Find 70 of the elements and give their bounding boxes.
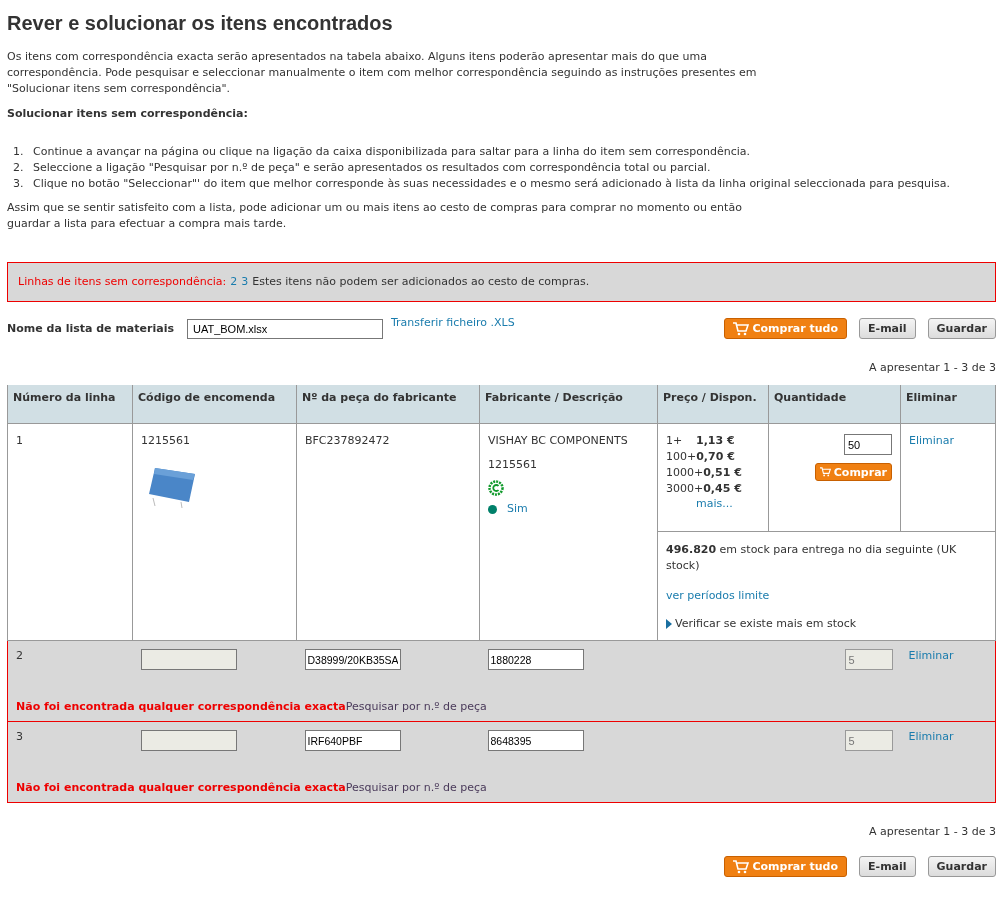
stock-text: 496.820 em stock para entrega no dia seguinte (UK stock) [666, 542, 958, 574]
alert-text: Estes itens não podem ser adicionados ao cesto de compras. [252, 274, 590, 290]
action-button[interactable]: Guardar [927, 856, 996, 877]
order-code: 1215561 [141, 434, 191, 448]
quantity-field[interactable]: 50 [844, 434, 892, 455]
pagination-text: A apresentar 1 - 3 de 3 [867, 361, 996, 374]
delete-link[interactable]: Eliminar [908, 730, 954, 743]
stock-dot-icon [488, 504, 497, 514]
price-quantity: 1+ [666, 433, 684, 449]
cart-icon [819, 467, 831, 477]
buy-button[interactable]: Comprar [814, 463, 892, 481]
error-message: Não foi encontrada qualquer correspondência exacta [16, 781, 346, 794]
table-cell: 1 [7, 423, 133, 641]
table-cell: 3 [7, 721, 133, 774]
error-message: Não foi encontrada qualquer correspondência exacta [16, 700, 346, 713]
description-text: 1215561 [488, 458, 538, 472]
cart-icon [733, 321, 750, 336]
price-value: 0,70 € [696, 450, 735, 463]
table-cell: 2 [7, 640, 133, 693]
more-link[interactable]: mais... [696, 497, 763, 510]
price-value: 1,13 € [696, 434, 735, 447]
cart-icon [733, 859, 750, 874]
search-link[interactable]: Pesquisar por n.º de peça [345, 781, 487, 794]
delete-link[interactable]: Eliminar [908, 649, 954, 662]
buy-all-button[interactable]: Comprar tudo [724, 318, 848, 339]
alert-label: Linhas de itens sem correspondência: [18, 274, 227, 290]
step-text: Clique no botão "Seleccionar"' do item que melhor corresponde às suas necessidades e o mesmo será adicionado à lista da linha original seleccionada para pesquisa. [33, 176, 951, 192]
compliance-icon [488, 480, 504, 496]
step-number: 1. [13, 144, 25, 160]
column-header: Quantidade [768, 385, 901, 424]
steps-heading: Solucionar itens sem correspondência: [7, 107, 249, 120]
action-button[interactable]: Guardar [927, 318, 996, 339]
price-quantity: 3000+ [666, 481, 704, 497]
page-title: Rever e solucionar os itens encontrados [7, 12, 394, 35]
step-text: Continue a avançar na página ou clique na ligação da caixa disponibilizada para saltar para a linha do item sem correspondência. [33, 144, 750, 160]
pagination-text: A apresentar 1 - 3 de 3 [867, 825, 996, 838]
row-link[interactable]: 2 [230, 274, 238, 290]
price-quantity: 1000+ [666, 465, 704, 481]
part-number-field[interactable]: IRF640PBF [304, 730, 401, 751]
row-link[interactable]: 3 [241, 274, 249, 290]
list-name-field[interactable]: UAT_BOM.xlsx [186, 318, 383, 339]
column-header: Fabricante / Descrição [479, 385, 658, 424]
action-button[interactable]: E-mail [859, 318, 916, 339]
column-header: Preço / Dispon. [657, 385, 769, 424]
list-name-label: Nome da lista de materiais [7, 322, 174, 335]
intro-text: Os itens com correspondência exacta serão apresentados na tabela abaixo. Alguns itens poderão apresentar mais do que uma correspondência. Pode pesquisar e seleccionar manualmente o item com melhor correspondência seguindo as instruções presentes em "Solucionar itens sem correspondência". [7, 49, 758, 97]
step-number: 2. [13, 160, 25, 176]
lead-time-link[interactable]: ver períodos limite [666, 588, 987, 604]
price-value: 0,51 € [703, 466, 742, 479]
step-number: 3. [13, 176, 25, 192]
search-link[interactable]: Pesquisar por n.º de peça [345, 700, 487, 713]
outro-text: Assim que se sentir satisfeito com a lista, pode adicionar um ou mais itens ao cesto de compras para comprar no momento ou então guardar a lista para efectuar a compra mais tarde. [7, 200, 743, 232]
column-header: Código de encomenda [132, 385, 297, 424]
download-link[interactable]: Transferir ficheiro .XLS [390, 316, 515, 329]
manufacturer-name: VISHAY BC COMPONENTS [488, 434, 629, 448]
buy-all-button[interactable]: Comprar tudo [724, 856, 848, 877]
delete-link[interactable]: Eliminar [909, 434, 955, 447]
price-value: 0,45 € [703, 482, 742, 495]
column-header: Nº da peça do fabricante [296, 385, 480, 424]
check-stock-link[interactable]: Verificar se existe mais em stock [666, 616, 857, 632]
column-header: Eliminar [900, 385, 996, 424]
step-text: Seleccione a ligação "Pesquisar por n.º de peça" e serão apresentados os resultados com correspondência total ou parcial. [33, 160, 711, 176]
action-button[interactable]: E-mail [859, 856, 916, 877]
availability-link[interactable]: Sim [507, 502, 528, 516]
price-quantity: 100+ [666, 449, 697, 465]
expand-icon [666, 619, 672, 629]
manufacturer-field[interactable]: 1880228 [487, 649, 584, 670]
column-header: Número da linha [7, 385, 133, 424]
table-cell: BFC237892472 [296, 423, 480, 641]
manufacturer-field[interactable]: 8648395 [487, 730, 584, 751]
